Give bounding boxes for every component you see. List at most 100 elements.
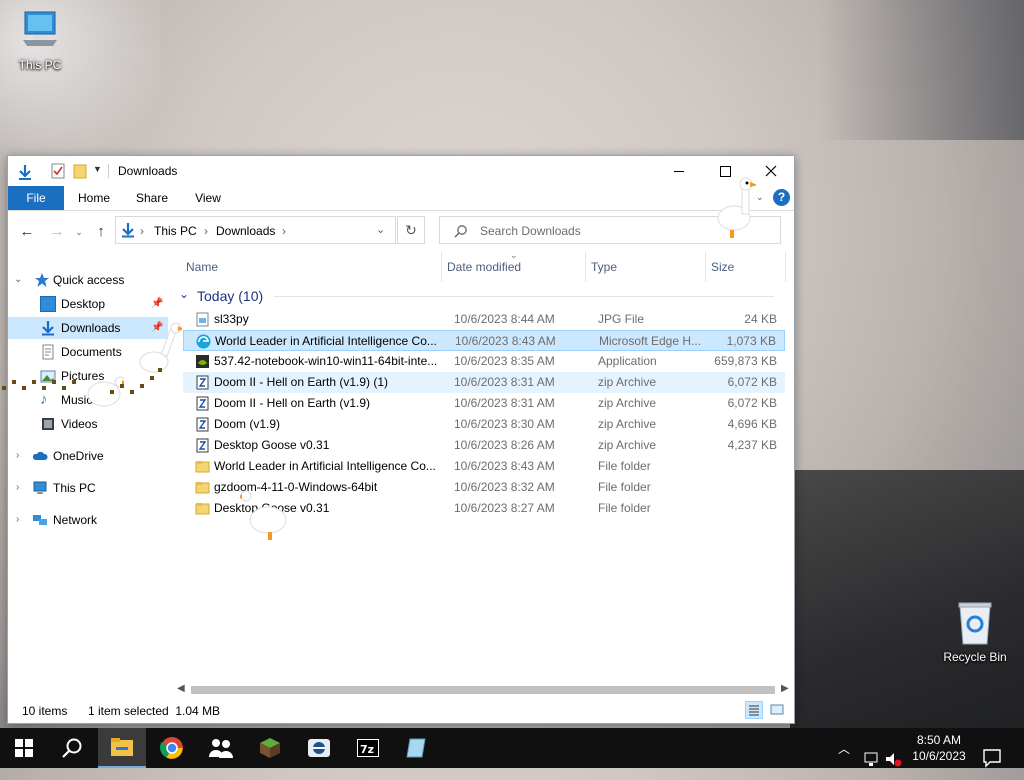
file-date: 10/6/2023 8:44 AM: [454, 312, 555, 326]
back-arrow-icon[interactable]: ←: [18, 223, 36, 241]
nav-network[interactable]: › Network: [8, 509, 168, 531]
column-divider[interactable]: [585, 252, 586, 282]
group-header-today[interactable]: ⌄ Today (10): [173, 285, 785, 307]
file-row[interactable]: Doom II - Hell on Earth (v1.9) 10/6/2023 …: [183, 393, 785, 414]
tab-home[interactable]: Home: [72, 186, 116, 210]
pin-icon: 📌: [151, 298, 164, 309]
column-header-type[interactable]: Type: [591, 260, 617, 274]
customize-toolbar-chevron-icon[interactable]: ▼: [93, 164, 102, 174]
network-status-icon[interactable]: [862, 739, 880, 779]
taskbar: 7z ︿ 8:50 AM 10/6/2023: [0, 728, 1024, 768]
taskbar-search-button[interactable]: [48, 728, 96, 768]
file-name: Doom (v1.9): [214, 417, 281, 431]
folder-icon: [195, 482, 210, 494]
chevron-right-icon[interactable]: ›: [16, 509, 19, 531]
address-bar[interactable]: › This PC › Downloads › ⌄: [115, 216, 396, 244]
scrollbar-thumb[interactable]: [191, 686, 775, 694]
file-name: Desktop Goose v0.31: [214, 438, 330, 452]
window-title: Downloads: [118, 164, 178, 178]
chevron-right-icon[interactable]: ›: [16, 477, 19, 499]
desktop-icon-recycle-bin[interactable]: Recycle Bin: [937, 600, 1013, 664]
desktop-icon-this-pc[interactable]: This PC: [2, 10, 78, 72]
music-icon: ♪: [40, 391, 48, 408]
scroll-left-arrow-icon[interactable]: ◀: [177, 683, 185, 694]
taskbar-minecraft[interactable]: [246, 728, 294, 768]
recent-locations-chevron-icon[interactable]: ⌄: [70, 223, 88, 241]
nav-item-label: Documents: [61, 345, 122, 359]
breadcrumb-downloads[interactable]: Downloads: [216, 224, 275, 238]
ribbon-tabs: File Home Share View ⌄ ?: [8, 186, 794, 211]
folder-icon: [195, 503, 210, 515]
file-row[interactable]: Doom (v1.9) 10/6/2023 8:30 AM zip Archive 4…: [183, 414, 785, 435]
taskbar-chrome[interactable]: [148, 728, 196, 768]
taskbar-notepad[interactable]: [392, 728, 440, 768]
file-date: 10/6/2023 8:26 AM: [454, 438, 555, 452]
tab-share[interactable]: Share: [132, 186, 172, 210]
sort-chevron-icon: ⌄: [510, 250, 518, 260]
desktop-icon-label: Recycle Bin: [943, 650, 1007, 664]
file-type: Application: [598, 354, 657, 368]
notepad-icon: [406, 738, 426, 758]
expand-ribbon-chevron-icon[interactable]: ⌄: [756, 192, 764, 203]
cloud-icon: [32, 451, 48, 460]
column-header-date[interactable]: Date modified: [447, 260, 521, 274]
nav-desktop[interactable]: Desktop 📌: [8, 293, 168, 315]
taskbar-app[interactable]: [295, 728, 343, 768]
show-hidden-icons-chevron-icon[interactable]: ︿: [838, 740, 850, 780]
scroll-right-arrow-icon[interactable]: ▶: [781, 683, 789, 694]
start-icon: [15, 739, 33, 757]
file-row[interactable]: Desktop Goose v0.31 10/6/2023 8:26 AM zip …: [183, 435, 785, 456]
nav-onedrive[interactable]: › OneDrive: [8, 445, 168, 467]
horizontal-scrollbar[interactable]: ◀ ▶: [173, 682, 794, 698]
minimize-button[interactable]: [656, 156, 702, 186]
taskbar-file-explorer[interactable]: [98, 728, 146, 768]
tab-view[interactable]: View: [188, 186, 228, 210]
file-date: 10/6/2023 8:31 AM: [454, 375, 555, 389]
nav-videos[interactable]: Videos: [8, 413, 168, 435]
column-header-size[interactable]: Size: [711, 260, 734, 274]
breadcrumb-separator-icon: ›: [282, 224, 286, 238]
forward-arrow-icon[interactable]: →: [48, 223, 66, 241]
file-type: zip Archive: [598, 375, 657, 389]
file-explorer-icon: [111, 738, 133, 756]
file-row[interactable]: World Leader in Artificial Intelligence …: [183, 330, 785, 351]
file-size: 6,072 KB: [727, 396, 777, 410]
clock[interactable]: 8:50 AM 10/6/2023: [906, 732, 972, 764]
column-divider[interactable]: [785, 252, 786, 282]
large-icons-view-button[interactable]: [769, 702, 785, 718]
file-explorer-window: ▼ Downloads File Home Share View ⌄ ? ← →…: [7, 155, 795, 724]
address-dropdown-chevron-icon[interactable]: ⌄: [376, 223, 385, 236]
chevron-down-icon[interactable]: ⌄: [14, 269, 22, 291]
svg-text:7z: 7z: [360, 743, 374, 756]
file-row[interactable]: World Leader in Artificial Intelligence …: [183, 456, 785, 477]
file-type: Microsoft Edge H...: [599, 334, 702, 348]
taskbar-people[interactable]: [197, 728, 245, 768]
chevron-right-icon[interactable]: ›: [16, 445, 19, 467]
file-row[interactable]: 537.42-notebook-win10-win11-64bit-inte..…: [183, 351, 785, 372]
help-button[interactable]: ?: [773, 189, 790, 206]
chevron-down-icon[interactable]: ⌄: [179, 287, 189, 301]
start-button[interactable]: [0, 728, 48, 768]
properties-icon[interactable]: [50, 163, 66, 179]
nav-quick-access[interactable]: ⌄ Quick access: [8, 269, 168, 291]
breadcrumb-this-pc[interactable]: This PC: [154, 224, 197, 238]
minecraft-icon: [260, 738, 280, 758]
file-row[interactable]: Doom II - Hell on Earth (v1.9) (1) 10/6/2…: [183, 372, 785, 393]
new-folder-icon[interactable]: [72, 163, 88, 179]
column-divider[interactable]: [441, 252, 442, 282]
column-divider[interactable]: [705, 252, 706, 282]
details-view-button[interactable]: [745, 701, 763, 719]
network-icon: [33, 515, 47, 525]
file-date: 10/6/2023 8:43 AM: [455, 334, 556, 348]
title-bar[interactable]: ▼ Downloads: [8, 156, 794, 186]
taskbar-7zip[interactable]: 7z: [344, 728, 392, 768]
maximize-icon: [719, 165, 731, 177]
action-center-icon[interactable]: [982, 738, 1002, 778]
file-row[interactable]: sl33py 10/6/2023 8:44 AM JPG File 24 KB: [183, 309, 785, 330]
tab-file[interactable]: File: [8, 186, 64, 210]
volume-muted-icon[interactable]: [884, 739, 902, 779]
column-header-name[interactable]: Name: [186, 260, 218, 274]
nav-this-pc[interactable]: › This PC: [8, 477, 168, 499]
up-arrow-icon[interactable]: ↑: [92, 223, 110, 241]
refresh-button[interactable]: ↻: [397, 216, 425, 244]
